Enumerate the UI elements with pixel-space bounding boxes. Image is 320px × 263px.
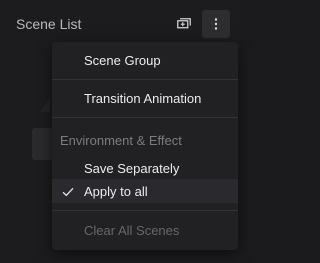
menu-item-transition-animation[interactable]: Transition Animation (52, 86, 238, 110)
menu-divider (52, 117, 238, 118)
menu-section-label: Environment & Effect (60, 132, 182, 148)
menu-divider (52, 79, 238, 80)
menu-item-label: Save Separately (84, 160, 180, 176)
menu-item-save-separately[interactable]: Save Separately (52, 156, 238, 180)
menu-item-label: Apply to all (84, 183, 148, 199)
panel-title: Scene List (16, 16, 82, 32)
menu-item-scene-group[interactable]: Scene Group (52, 48, 238, 72)
background-scene-thumbnail (32, 128, 54, 160)
options-dropdown-menu: Scene Group Transition Animation Environ… (52, 42, 238, 250)
menu-item-label: Clear All Scenes (84, 222, 180, 238)
background-scene-marker (40, 98, 50, 112)
check-icon (62, 185, 74, 200)
menu-divider (52, 210, 238, 211)
menu-item-label: Transition Animation (84, 90, 202, 106)
menu-item-apply-to-all[interactable]: Apply to all (52, 179, 238, 203)
scene-list-panel: Scene List Scene Group Transition Animat… (0, 0, 240, 263)
menu-item-label: Scene Group (84, 52, 161, 68)
menu-item-clear-all-scenes[interactable]: Clear All Scenes (52, 218, 238, 242)
more-options-button[interactable] (202, 10, 230, 38)
add-scene-button[interactable] (170, 10, 198, 38)
menu-section-environment-effect: Environment & Effect (52, 128, 238, 152)
add-scene-icon (177, 18, 191, 30)
more-vertical-icon (214, 18, 218, 30)
